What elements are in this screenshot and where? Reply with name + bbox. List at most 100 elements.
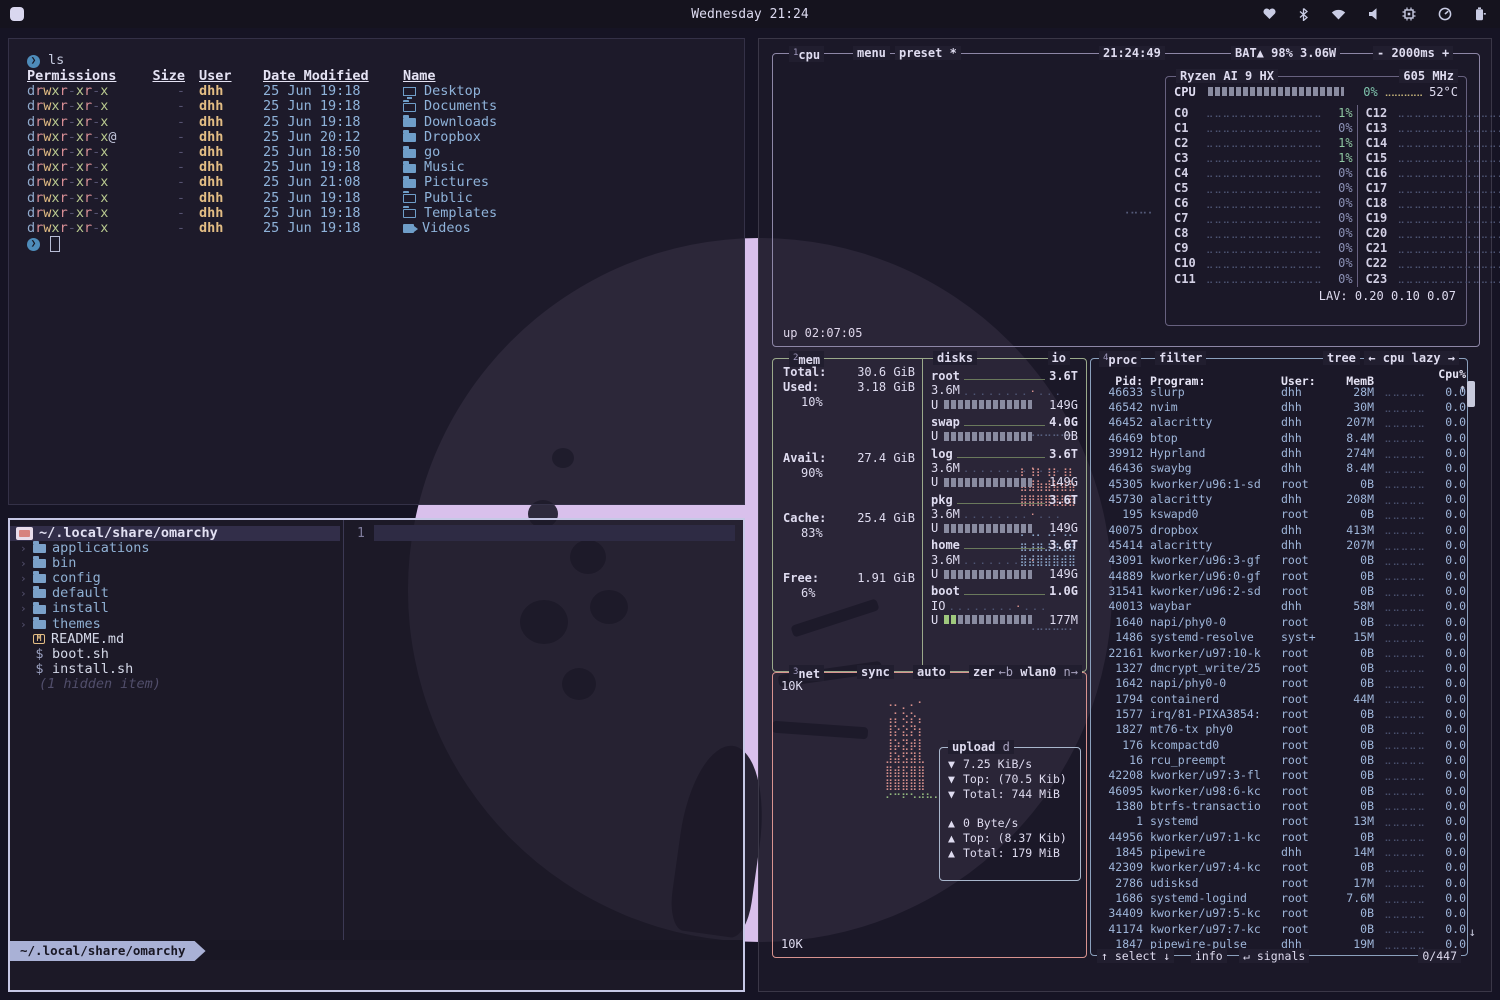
proc-row[interactable]: 46469btopdhh8.4M⣀⣀⣀⣀⣀0.0 [1101,430,1453,445]
proc-row[interactable]: 46436swaybgdhh8.4M⣀⣀⣀⣀⣀0.0 [1101,461,1453,476]
proc-row[interactable]: 39912Hyprlanddhh274M⣀⣀⣀⣀⣀0.0 [1101,445,1453,460]
disk-usage-bar [944,478,1032,487]
proc-row[interactable]: 16rcu_preemptroot0B⣀⣀⣀⣀⣀0.0 [1101,752,1453,767]
net-interface[interactable]: ←b wlan0 n→ [995,665,1083,679]
proc-row[interactable]: 34409kworker/u97:5-kcroot0B⣀⣀⣀⣀⣀0.0 [1101,906,1453,921]
proc-row[interactable]: 2786udisksdroot17M⣀⣀⣀⣀⣀0.0 [1101,875,1453,890]
proc-row[interactable]: 1686systemd-logindroot7.6M⣀⣀⣀⣀⣀0.0 [1101,890,1453,905]
net-sync-button[interactable]: sync [857,665,894,679]
proc-tree-button[interactable]: tree [1323,351,1360,365]
wifi-icon[interactable] [1331,8,1346,20]
proc-row[interactable]: 1794containerdroot44M⣀⣀⣀⣀⣀0.0 [1101,691,1453,706]
tree-item-boot.sh[interactable]: $boot.sh [10,647,340,662]
net-auto-button[interactable]: auto [913,665,950,679]
proc-row[interactable]: 46633slurpdhh28M⣀⣀⣀⣀⣀0.0 [1101,384,1453,399]
cpu-icon[interactable] [1402,7,1416,21]
update-interval[interactable]: - 2000ms + [1373,46,1453,60]
ls-column-header: User [199,68,232,84]
disk-entry-boot: boot1.0GIO⡀⡀⡀⡀⡀⡀⡀⡀⠄⡀⡀⡀U177M [931,584,1078,627]
proc-row[interactable]: 1327dmcrypt_write/25root0B⣀⣀⣀⣀⣀0.0 [1101,660,1453,675]
proc-row[interactable]: 1577irq/81-PIXA3854:root0B⣀⣀⣀⣀⣀0.0 [1101,706,1453,721]
updates-icon[interactable] [1263,8,1276,20]
proc-row[interactable]: 1642napi/phy0-0root0B⣀⣀⣀⣀⣀0.0 [1101,676,1453,691]
battery-icon[interactable] [1474,7,1486,21]
tree-root-item[interactable]: ~/.local/share/omarchy [10,526,340,541]
scroll-down-icon[interactable]: ↓ [1469,925,1476,939]
proc-select-hint[interactable]: ↑ select ↓ [1097,949,1174,963]
system-tray [1263,0,1486,28]
proc-row[interactable]: 195kswapd0root0B⣀⣀⣀⣀⣀0.0 [1101,507,1453,522]
tree-item-config[interactable]: ›config [10,571,340,586]
proc-panel-title[interactable]: 4proc [1099,351,1141,367]
ls-row: drwxr-xr-x-dhh25 Jun 19:18Music [27,160,744,175]
menu-button[interactable]: menu [853,46,890,60]
net-scale-top: 10K [781,679,803,693]
proc-row[interactable]: 46095kworker/u98:6-kcroot0B⣀⣀⣀⣀⣀0.0 [1101,783,1453,798]
core-row: C13⣀⣀⣀⣀⣀⣀⣀⣀⣀⣀⣀⣀⣀⣀1% [1366,120,1500,135]
proc-row[interactable]: 22161kworker/u97:10-kroot0B⣀⣀⣀⣀⣀0.0 [1101,645,1453,660]
proc-row[interactable]: 1827mt76-tx phy0root0B⣀⣀⣀⣀⣀0.0 [1101,722,1453,737]
proc-row[interactable]: 45730alacrittydhh208M⣀⣀⣀⣀⣀0.0 [1101,491,1453,506]
tree-item-install.sh[interactable]: $install.sh [10,662,340,677]
proc-row[interactable]: 31541kworker/u96:2-sdroot0B⣀⣀⣀⣀⣀0.0 [1101,583,1453,598]
tree-item-themes[interactable]: ›themes [10,617,340,632]
tree-item-applications[interactable]: ›applications [10,541,340,556]
neovim-window[interactable]: ~/.local/share/omarchy›applications›bin›… [8,518,745,992]
proc-row[interactable]: 176kcompactd0root0B⣀⣀⣀⣀⣀0.0 [1101,737,1453,752]
proc-info-hint[interactable]: info [1191,949,1227,963]
proc-row[interactable]: 45305kworker/u96:1-sdroot0B⣀⣀⣀⣀⣀0.0 [1101,476,1453,491]
proc-row[interactable]: 1486systemd-resolvesyst+15M⣀⣀⣀⣀⣀0.0 [1101,630,1453,645]
prompt-command: ls [48,53,64,68]
gauge-icon[interactable] [1438,7,1452,21]
proc-row[interactable]: 1845pipewiredhh14M⣀⣀⣀⣀⣀0.0 [1101,844,1453,859]
folder-icon [403,149,416,158]
proc-list: 46633slurpdhh28M⣀⣀⣀⣀⣀0.046542nvimdhh30M⣀… [1101,384,1453,952]
proc-row[interactable]: 40075dropboxdhh413M⣀⣀⣀⣀⣀0.0 [1101,522,1453,537]
net-graph: ⠠⠄⡀⠄⠂⢠⡅⢕⡕⡄⢸⡕⣕⡝⡆⢸⡵⣝⡾⡇⣸⣵⣫⣽⣇⣿⣾⣯⣿⣿⣿⣿⣿⣿⣿⠊⠉⠋⠑⠚… [885,697,941,805]
ls-column-header: Permissions [27,68,116,84]
mem-stat-percent: 83% [801,526,823,540]
proc-row[interactable]: 45414alacrittydhh207M⣀⣀⣀⣀⣀0.0 [1101,537,1453,552]
tree-item-README.md[interactable]: MREADME.md [10,632,340,647]
core-row: C9⣀⣀⣀⣀⣀⣀⣀⣀⣀⣀⣀⣀⣀⣀0% [1174,241,1353,256]
core-row: C15⣀⣀⣀⣀⣀⣀⣀⣀⣀⣀⣀⣀⣀⣀1% [1366,150,1500,165]
proc-row[interactable]: 42208kworker/u97:3-flroot0B⣀⣀⣀⣀⣀0.0 [1101,768,1453,783]
proc-row[interactable]: 41174kworker/u97:7-kcroot0B⣀⣀⣀⣀⣀0.0 [1101,921,1453,936]
battery-status: BAT▲ 98% 3.06W [1231,46,1340,60]
proc-row[interactable]: 44889kworker/u96:0-gfroot0B⣀⣀⣀⣀⣀0.0 [1101,568,1453,583]
proc-row[interactable]: 1systemdroot13M⣀⣀⣀⣀⣀0.0 [1101,814,1453,829]
btop-window[interactable]: 1cpu menu preset * 21:24:49 BAT▲ 98% 3.0… [758,38,1492,992]
volume-icon[interactable] [1368,8,1380,20]
tree-item-default[interactable]: ›default [10,586,340,601]
proc-filter-button[interactable]: filter [1155,351,1206,365]
core-row: C0⣀⣀⣀⣀⣀⣀⣀⣀⣀⣀⣀⣀⣀⣀1% [1174,105,1353,120]
bluetooth-icon[interactable] [1298,8,1309,21]
tree-item-install[interactable]: ›install [10,601,340,616]
cpu-panel-title[interactable]: 1cpu [789,46,824,62]
core-row: C14⣀⣀⣀⣀⣀⣀⣀⣀⣀⣀⣀⣀⣀⣀2% [1366,135,1500,150]
proc-row[interactable]: 42309kworker/u97:4-kcroot0B⣀⣀⣀⣀⣀0.0 [1101,860,1453,875]
proc-row[interactable]: 1380btrfs-transactioroot0B⣀⣀⣀⣀⣀0.0 [1101,798,1453,813]
proc-row[interactable]: 46452alacrittydhh207M⣀⣀⣀⣀⣀0.0 [1101,415,1453,430]
upload-box-title: upload d [948,740,1014,754]
proc-row[interactable]: 1640napi/phy0-0root0B⣀⣀⣀⣀⣀0.0 [1101,614,1453,629]
proc-row[interactable]: 43091kworker/u96:3-gfroot0B⣀⣀⣀⣀⣀0.0 [1101,553,1453,568]
folder-icon [16,527,33,540]
ls-row: drwxr-xr-x-dhh25 Jun 18:50go [27,145,744,160]
core-row: C12⣀⣀⣀⣀⣀⣀⣀⣀⣀⣀⣀⣀⣀⣀1% [1366,105,1500,120]
core-row: C19⣀⣀⣀⣀⣀⣀⣀⣀⣀⣀⣀⣀⣀⣀1% [1366,211,1500,226]
preset-button[interactable]: preset * [895,46,961,60]
tree-item-bin[interactable]: ›bin [10,556,340,571]
pane-separator[interactable] [343,520,344,954]
proc-sort-control[interactable]: ← cpu lazy → [1364,351,1459,365]
core-row: C7⣀⣀⣀⣀⣀⣀⣀⣀⣀⣀⣀⣀⣀⣀0% [1174,211,1353,226]
disk-entry-home: home3.6T3.6M⡀⡀⡀⡀⡀⡀⡀⡀⠄⡀⡀⡀U149G [931,538,1078,581]
proc-scrollbar[interactable] [1467,381,1475,407]
terminal-window[interactable]: ❯ ls PermissionsSizeUserDate ModifiedNam… [8,38,745,505]
prompt-line-2[interactable]: ❯ [27,236,744,252]
proc-row[interactable]: 40013waybardhh58M⣀⣀⣀⣀⣀0.0 [1101,599,1453,614]
proc-row[interactable]: 46542nvimdhh30M⣀⣀⣀⣀⣀0.0 [1101,399,1453,414]
proc-signals-hint[interactable]: ↵ signals [1239,949,1309,963]
mem-panel: 2mem disks io Total:30.6 GiBUsed:3.18 Gi… [772,358,1087,672]
proc-row[interactable]: 44956kworker/u97:1-kcroot0B⣀⣀⣀⣀⣀0.0 [1101,829,1453,844]
